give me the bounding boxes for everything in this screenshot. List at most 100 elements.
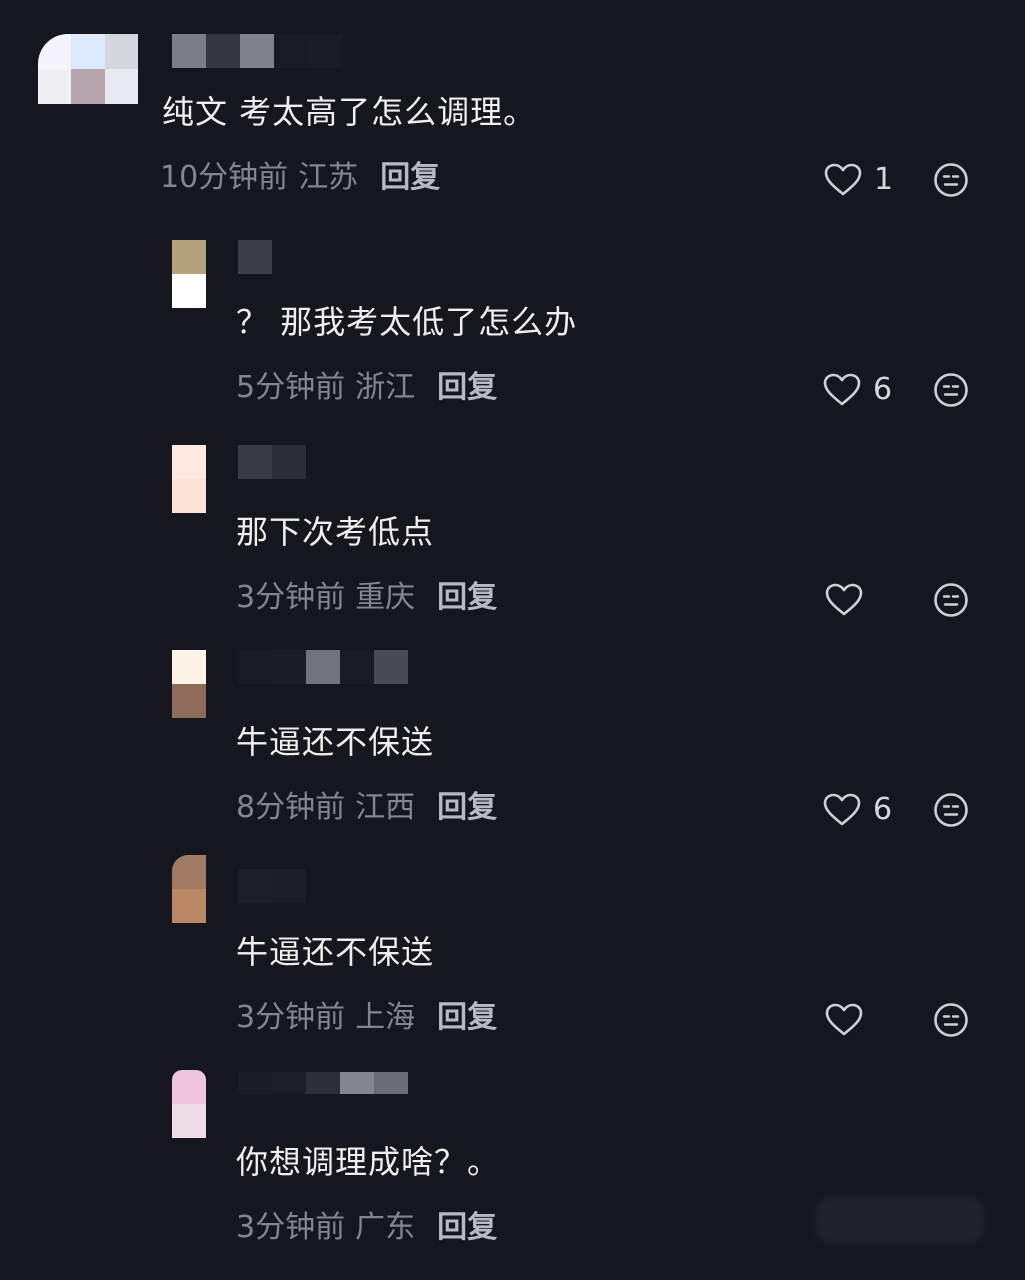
username-blurred[interactable] <box>238 445 306 479</box>
like-count: 1 <box>874 162 894 197</box>
heart-outline-icon <box>825 583 863 616</box>
avatar-pixel <box>104 34 138 69</box>
comment-time: 3分钟前 <box>236 1210 346 1245</box>
avatar-pixel <box>172 274 206 308</box>
comment-time: 3分钟前 <box>236 1000 346 1035</box>
reply-button[interactable]: 回复 <box>437 1210 497 1246</box>
emoji-face-icon[interactable] <box>933 162 969 198</box>
like-count: 6 <box>873 372 893 407</box>
heart-outline-icon <box>824 163 862 196</box>
reply-item: ？ 那我考太低了怎么办 5分钟前 浙江 回复 6 <box>0 240 1025 410</box>
avatar-pixel <box>172 240 206 274</box>
avatar-pixel <box>38 69 72 104</box>
comment-location: 江西 <box>355 790 416 825</box>
username-pixel <box>272 1072 306 1094</box>
comment-text: 牛逼还不保送 <box>236 933 435 971</box>
comment-meta: 8分钟前 江西 回复 <box>236 790 497 826</box>
username-pixel <box>240 34 274 68</box>
emoji-face-icon[interactable] <box>933 1002 969 1038</box>
like-button[interactable]: 6 <box>823 790 892 830</box>
comment-location: 江苏 <box>298 160 359 195</box>
comment-meta: 3分钟前 上海 回复 <box>236 1000 497 1036</box>
comment-text: 纯文 考太高了怎么调理。 <box>162 93 537 131</box>
username-pixel <box>272 650 306 684</box>
comment-location: 重庆 <box>355 580 416 615</box>
username-pixel <box>238 445 272 479</box>
username-pixel <box>172 34 206 68</box>
reply-button[interactable]: 回复 <box>437 790 497 826</box>
avatar-pixel <box>172 684 206 718</box>
like-button[interactable]: 6 <box>823 370 892 410</box>
reply-button[interactable]: 回复 <box>437 580 497 616</box>
username-pixel <box>306 650 340 684</box>
emoji-face-icon[interactable] <box>933 792 969 828</box>
comment-meta: 10分钟前 江苏 回复 <box>160 160 440 196</box>
username-blurred[interactable] <box>238 1072 408 1094</box>
avatar-pixel <box>172 1070 206 1104</box>
avatar-pixel <box>71 34 105 69</box>
avatar-pixel <box>172 445 206 479</box>
username-blurred[interactable] <box>172 34 342 68</box>
comment-text: 那下次考低点 <box>236 513 435 551</box>
comment-text: ？ 那我考太低了怎么办 <box>236 303 578 341</box>
comment-time: 3分钟前 <box>236 580 346 615</box>
avatar[interactable] <box>172 650 206 718</box>
blurred-watermark <box>815 1195 985 1245</box>
username-pixel <box>238 650 272 684</box>
username-pixel <box>206 34 240 68</box>
heart-outline-icon <box>823 373 861 406</box>
username-pixel <box>374 1072 408 1094</box>
comment-text: 你想调理成啥？。 <box>236 1143 501 1181</box>
avatar-pixel <box>172 855 206 889</box>
reply-button[interactable]: 回复 <box>437 370 497 406</box>
like-button[interactable]: 1 <box>824 160 893 200</box>
like-count: 6 <box>873 792 893 827</box>
avatar-pixel <box>172 1104 206 1138</box>
username-pixel <box>238 1072 272 1094</box>
avatar[interactable] <box>172 445 206 513</box>
reply-item: 牛逼还不保送 3分钟前 上海 回复 <box>0 855 1025 1037</box>
username-pixel <box>272 445 306 479</box>
comment-text: 牛逼还不保送 <box>236 723 435 761</box>
username-pixel <box>308 34 342 68</box>
username-pixel <box>272 869 306 903</box>
reply-button[interactable]: 回复 <box>437 1000 497 1036</box>
avatar-pixel <box>38 34 72 69</box>
username-pixel <box>306 1072 340 1094</box>
comment-meta: 3分钟前 重庆 回复 <box>236 580 497 616</box>
avatar-pixel <box>172 650 206 684</box>
emoji-face-icon[interactable] <box>933 372 969 408</box>
comment-meta: 5分钟前 浙江 回复 <box>236 370 497 406</box>
heart-outline-icon <box>823 793 861 826</box>
username-pixel <box>238 240 272 274</box>
reply-button[interactable]: 回复 <box>380 160 440 196</box>
username-blurred[interactable] <box>238 240 272 274</box>
avatar-pixel <box>104 69 138 104</box>
avatar-pixel <box>172 479 206 513</box>
emoji-face-icon[interactable] <box>933 582 969 618</box>
comment-item: 纯文 考太高了怎么调理。 10分钟前 江苏 回复 1 <box>0 34 1025 204</box>
like-button[interactable] <box>825 580 875 620</box>
comment-time: 8分钟前 <box>236 790 346 825</box>
avatar[interactable] <box>172 1070 206 1138</box>
username-pixel <box>274 34 308 68</box>
comment-location: 上海 <box>355 1000 416 1035</box>
avatar-pixel <box>172 889 206 923</box>
comment-location: 广东 <box>355 1210 416 1245</box>
avatar[interactable] <box>172 855 206 923</box>
avatar[interactable] <box>172 240 206 308</box>
comment-time: 10分钟前 <box>160 160 289 195</box>
username-pixel <box>374 650 408 684</box>
username-blurred[interactable] <box>238 869 306 903</box>
username-blurred[interactable] <box>238 650 408 684</box>
reply-item: 牛逼还不保送 8分钟前 江西 回复 6 <box>0 650 1025 827</box>
avatar[interactable] <box>38 34 138 104</box>
username-pixel <box>340 650 374 684</box>
reply-item: 那下次考低点 3分钟前 重庆 回复 <box>0 445 1025 618</box>
avatar-pixel <box>71 69 105 104</box>
like-button[interactable] <box>825 1000 875 1040</box>
username-pixel <box>238 869 272 903</box>
username-pixel <box>340 1072 374 1094</box>
comment-time: 5分钟前 <box>236 370 346 405</box>
heart-outline-icon <box>825 1003 863 1036</box>
